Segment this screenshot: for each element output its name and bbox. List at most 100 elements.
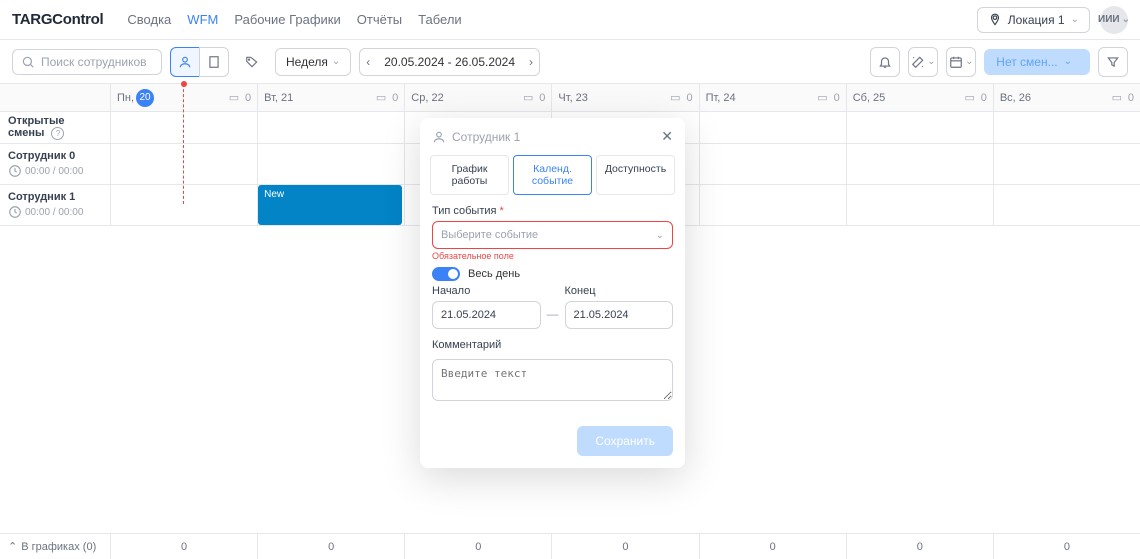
schedule-cell[interactable] — [699, 144, 846, 184]
avatar-initials: ИИИ — [1098, 14, 1120, 25]
day-label: Сб, 25 — [853, 92, 886, 104]
view-group-toggle — [170, 47, 229, 77]
nav-reports[interactable]: Отчёты — [357, 8, 402, 31]
notifications-button[interactable] — [870, 47, 900, 77]
today-badge: 20 — [136, 89, 154, 107]
all-day-toggle[interactable] — [432, 267, 460, 281]
modal-tabs: График работы Календ. событие Доступност… — [420, 155, 685, 195]
day-header-thu[interactable]: Чт, 23▭0 — [551, 84, 698, 111]
day-header-tue[interactable]: Вт, 21▭0 — [257, 84, 404, 111]
nav-schedules[interactable]: Рабочие Графики — [234, 8, 340, 31]
footer-count: 0 — [404, 534, 551, 559]
shift-label: New — [264, 189, 284, 200]
search-icon — [21, 55, 35, 69]
footer-label-text: В графиках (0) — [21, 541, 96, 553]
next-week-button[interactable]: › — [523, 49, 539, 75]
folder-icon: ▭ — [523, 91, 533, 104]
magic-actions-button[interactable]: ⌄ — [908, 47, 938, 77]
chevron-down-icon: ⌄ — [1064, 56, 1072, 67]
shift-block[interactable]: New — [258, 185, 402, 225]
folder-icon: ▭ — [817, 91, 827, 104]
schedule-cell[interactable] — [699, 185, 846, 225]
filter-icon — [1106, 55, 1120, 69]
event-modal: Сотрудник 1 ✕ График работы Календ. собы… — [420, 118, 685, 468]
main-nav: Сводка WFM Рабочие Графики Отчёты Табели — [127, 8, 976, 31]
start-label: Начало — [432, 285, 541, 297]
day-label: Чт, 23 — [558, 92, 588, 104]
date-range-nav: ‹ 20.05.2024 - 26.05.2024 › — [359, 48, 540, 76]
nav-wfm[interactable]: WFM — [187, 8, 218, 31]
filter-button[interactable] — [1098, 47, 1128, 77]
search-placeholder: Поиск сотрудников — [41, 55, 147, 69]
date-range-label: 20.05.2024 - 26.05.2024 — [376, 49, 523, 75]
calendar-icon — [949, 55, 963, 69]
folder-icon: ▭ — [670, 91, 680, 104]
employee-name: Сотрудник 1 — [8, 191, 102, 203]
schedule-cell[interactable] — [993, 185, 1140, 225]
chevron-down-icon: ⌄ — [965, 56, 973, 67]
period-selector[interactable]: Неделя ⌄ — [275, 48, 351, 76]
day-header-sat[interactable]: Сб, 25▭0 — [846, 84, 993, 111]
app-header: TARGControl Сводка WFM Рабочие Графики О… — [0, 0, 1140, 40]
close-button[interactable]: ✕ — [661, 128, 673, 145]
calendar-options-button[interactable]: ⌄ — [946, 47, 976, 77]
nav-timesheets[interactable]: Табели — [418, 8, 462, 31]
all-day-label: Весь день — [468, 268, 520, 280]
employee-label[interactable]: Сотрудник 0 00:00 / 00:00 — [0, 144, 110, 184]
day-header-fri[interactable]: Пт, 24▭0 — [699, 84, 846, 111]
day-header-wed[interactable]: Ср, 22▭0 — [404, 84, 551, 111]
footer-count: 0 — [993, 534, 1140, 559]
footer-summary: ⌃ В графиках (0) 0 0 0 0 0 0 0 — [0, 533, 1140, 559]
footer-count: 0 — [699, 534, 846, 559]
day-label: Пт, 24 — [706, 92, 736, 104]
chevron-down-icon: ⌄ — [656, 230, 664, 241]
prev-week-button[interactable]: ‹ — [360, 49, 376, 75]
grid-header: Пн, 20 ▭ 0 Вт, 21▭0 Ср, 22▭0 Чт, 23▭0 Пт… — [0, 84, 1140, 112]
footer-toggle[interactable]: ⌃ В графиках (0) — [0, 534, 110, 559]
comment-textarea[interactable] — [432, 359, 673, 401]
end-label: Конец — [565, 285, 674, 297]
tab-availability[interactable]: Доступность — [596, 155, 675, 195]
person-icon — [178, 55, 192, 69]
schedule-cell[interactable] — [993, 144, 1140, 184]
view-by-employee-button[interactable] — [170, 47, 200, 77]
schedule-cell[interactable] — [846, 144, 993, 184]
day-header-sun[interactable]: Вс, 26▭0 — [993, 84, 1140, 111]
tab-calendar-event[interactable]: Календ. событие — [513, 155, 592, 195]
tab-work-schedule[interactable]: График работы — [430, 155, 509, 195]
clock-icon — [8, 164, 22, 178]
comment-label: Комментарий — [432, 339, 673, 351]
modal-title: Сотрудник 1 — [452, 130, 655, 144]
folder-icon: ▭ — [376, 91, 386, 104]
end-date-input[interactable] — [565, 301, 674, 329]
folder-icon: ▭ — [964, 91, 974, 104]
help-icon[interactable]: ? — [51, 127, 64, 140]
save-button[interactable]: Сохранить — [577, 426, 673, 456]
nav-summary[interactable]: Сводка — [127, 8, 171, 31]
employee-label[interactable]: Сотрудник 1 00:00 / 00:00 — [0, 185, 110, 225]
footer-count: 0 — [551, 534, 698, 559]
day-label: Вс, 26 — [1000, 92, 1031, 104]
tag-filter-button[interactable] — [237, 47, 267, 77]
day-label: Ср, 22 — [411, 92, 443, 104]
chevron-down-icon: ⌄ — [927, 56, 935, 67]
no-shifts-button[interactable]: Нет смен... ⌄ — [984, 49, 1090, 75]
search-input[interactable]: Поиск сотрудников — [12, 49, 162, 75]
toolbar: Поиск сотрудников Неделя ⌄ ‹ 20.05.2024 … — [0, 40, 1140, 84]
person-icon — [432, 130, 446, 144]
bell-icon — [878, 55, 892, 69]
location-selector[interactable]: Локация 1 ⌄ — [977, 7, 1090, 33]
user-avatar[interactable]: ИИИ ⌄ — [1100, 6, 1128, 34]
footer-count: 0 — [257, 534, 404, 559]
employee-time: 00:00 / 00:00 — [25, 207, 83, 218]
event-type-placeholder: Выберите событие — [441, 229, 538, 241]
schedule-cell[interactable]: New — [257, 185, 404, 225]
footer-count: 0 — [846, 534, 993, 559]
schedule-cell[interactable] — [257, 144, 404, 184]
event-type-select[interactable]: Выберите событие ⌄ — [432, 221, 673, 249]
clock-icon — [8, 205, 22, 219]
view-by-location-button[interactable] — [199, 47, 229, 77]
start-date-input[interactable] — [432, 301, 541, 329]
schedule-cell[interactable] — [846, 185, 993, 225]
no-shifts-label: Нет смен... — [996, 55, 1057, 69]
